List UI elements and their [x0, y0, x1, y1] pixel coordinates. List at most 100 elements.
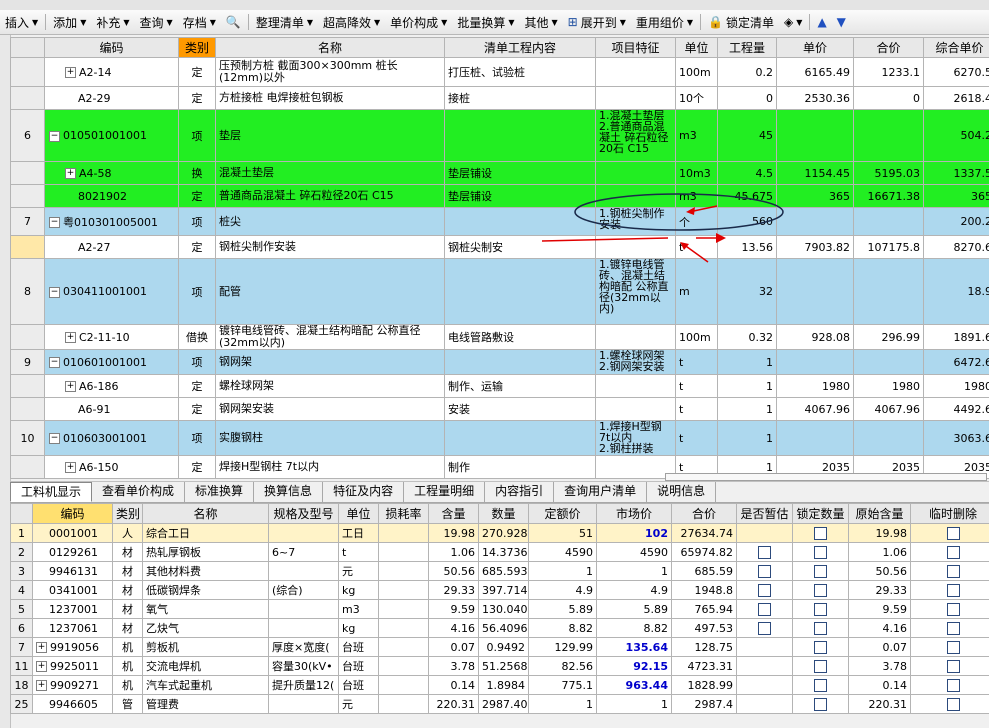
bill-category[interactable]: 定: [178, 57, 216, 87]
expand-icon[interactable]: +: [36, 680, 47, 691]
lm-content[interactable]: 220.31: [428, 694, 479, 714]
temp-delete-checkbox[interactable]: [946, 564, 960, 578]
insert-menu[interactable]: 插入 ▼: [0, 12, 43, 32]
lock-qty-checkbox[interactable]: [814, 583, 827, 597]
row-number[interactable]: [10, 235, 45, 259]
bill-code[interactable]: −030411001001: [44, 258, 179, 325]
lm-loss[interactable]: [378, 618, 429, 638]
lm-row-number[interactable]: 3: [10, 561, 33, 581]
bill-content[interactable]: 钢桩尖制安: [444, 235, 596, 259]
bill-comp-price[interactable]: 8270.6: [923, 235, 989, 259]
lm-code[interactable]: +9925011: [32, 656, 113, 676]
lm-header-temp-delete[interactable]: 临时删除: [910, 503, 989, 524]
lm-code[interactable]: 1237061: [32, 618, 113, 638]
lm-header-unit[interactable]: 单位: [338, 503, 379, 524]
expand-icon[interactable]: +: [65, 168, 76, 179]
lm-name[interactable]: 综合工日: [142, 523, 269, 543]
material-row[interactable]: 7 +9919056 机剪板机 厚度×宽度(台班 0.07 0.9492 129.99 135…: [10, 637, 989, 657]
bill-total[interactable]: [853, 258, 924, 325]
bill-qty[interactable]: 0.32: [717, 324, 777, 350]
lm-loss[interactable]: [378, 523, 429, 543]
bill-feature[interactable]: 1.螺栓球网架 2.钢网架安装: [595, 349, 676, 375]
bill-comp-price[interactable]: 200.2: [923, 207, 989, 236]
bill-qty[interactable]: 1: [717, 349, 777, 375]
row-number[interactable]: [10, 374, 45, 398]
material-row[interactable]: 25 9946605 管管理费元 220.31 2987.40 1 1 2987.4 220.3…: [10, 694, 989, 714]
temp-delete-checkbox[interactable]: [946, 545, 960, 559]
horizontal-scrollbar[interactable]: [665, 473, 987, 481]
temp-delete-checkbox[interactable]: [946, 602, 960, 616]
lock-qty-checkbox[interactable]: [814, 602, 827, 616]
lm-name[interactable]: 乙炔气: [142, 618, 269, 638]
bill-row[interactable]: A2-27 定钢桩尖制作安装 钢桩尖制安 t 13.56 7903.82 107175.8 8…: [10, 235, 989, 259]
expand-icon[interactable]: +: [65, 462, 76, 473]
lm-category[interactable]: 人: [112, 523, 143, 543]
lm-content[interactable]: 3.78: [428, 656, 479, 676]
lm-spec[interactable]: 厚度×宽度(: [268, 637, 339, 657]
other-menu[interactable]: 其他 ▼: [520, 12, 563, 32]
bill-qty[interactable]: 13.56: [717, 235, 777, 259]
bill-unit[interactable]: m3: [675, 184, 718, 208]
lock-qty-checkbox[interactable]: [814, 640, 827, 654]
lm-spec[interactable]: [268, 618, 339, 638]
bill-total[interactable]: 0: [853, 86, 924, 110]
bill-unit[interactable]: m: [675, 258, 718, 325]
bill-total[interactable]: 1980: [853, 374, 924, 398]
lm-header-qty[interactable]: 数量: [478, 503, 529, 524]
bill-content[interactable]: 接桩: [444, 86, 596, 110]
expand-icon[interactable]: +: [65, 381, 76, 392]
lm-lock-qty[interactable]: [792, 637, 849, 657]
lm-qty[interactable]: 56.4096: [478, 618, 529, 638]
material-row[interactable]: 18 +9909271 机汽车式起重机 提升质量12(台班 0.14 1.8984 775.…: [10, 675, 989, 695]
lm-total[interactable]: 27634.74: [671, 523, 737, 543]
lm-row-number[interactable]: 11: [10, 656, 33, 676]
lm-row-number[interactable]: 1: [10, 523, 33, 543]
bill-name[interactable]: 普通商品混凝土 碎石粒径20石 C15: [215, 184, 445, 208]
lm-category[interactable]: 材: [112, 580, 143, 600]
bill-row[interactable]: A2-29 定方桩接桩 电焊接桩包钢板 接桩 10个 0 2530.36 0 2618.4: [10, 86, 989, 110]
estimate-checkbox[interactable]: [758, 545, 771, 559]
lm-orig[interactable]: 0.14: [848, 675, 911, 695]
bill-unit[interactable]: 10m3: [675, 161, 718, 185]
lm-temp-delete[interactable]: [910, 675, 989, 695]
tab-item[interactable]: 查看单价构成: [92, 482, 186, 502]
lm-quota[interactable]: 1: [528, 561, 597, 581]
bill-category[interactable]: 定: [178, 374, 216, 398]
bill-total[interactable]: [853, 349, 924, 375]
lm-unit[interactable]: kg: [338, 580, 379, 600]
lm-orig[interactable]: 1.06: [848, 542, 911, 562]
lm-total[interactable]: 497.53: [671, 618, 737, 638]
bill-code[interactable]: −010601001001: [44, 349, 179, 375]
lm-unit[interactable]: 台班: [338, 656, 379, 676]
bill-name[interactable]: 方桩接桩 电焊接桩包钢板: [215, 86, 445, 110]
lm-category[interactable]: 机: [112, 675, 143, 695]
lm-unit[interactable]: kg: [338, 618, 379, 638]
lm-header-estimate[interactable]: 是否暂估: [736, 503, 793, 524]
lm-estimate[interactable]: [736, 675, 793, 695]
lm-row-number[interactable]: 18: [10, 675, 33, 695]
bill-row[interactable]: 8021902 定普通商品混凝土 碎石粒径20石 C15 垫层铺设 m3 45.675 3…: [10, 184, 989, 208]
lm-loss[interactable]: [378, 580, 429, 600]
row-number[interactable]: 9: [10, 349, 45, 375]
lm-name[interactable]: 交流电焊机: [142, 656, 269, 676]
bill-comp-price[interactable]: 6270.5: [923, 57, 989, 87]
lm-header-content[interactable]: 含量: [428, 503, 479, 524]
bill-total[interactable]: [853, 109, 924, 162]
material-row[interactable]: 3 9946131 材其他材料费元 50.56 685.593 1 1 685.59 50.56: [10, 561, 989, 581]
temp-delete-checkbox[interactable]: [946, 583, 960, 597]
bill-code[interactable]: + A4-58: [44, 161, 179, 185]
lm-header-spec[interactable]: 规格及型号: [268, 503, 339, 524]
tab-item[interactable]: 工料机显示: [10, 482, 93, 502]
lm-code[interactable]: 9946605: [32, 694, 113, 714]
bill-feature[interactable]: [595, 184, 676, 208]
lm-unit[interactable]: 元: [338, 694, 379, 714]
lm-total[interactable]: 1828.99: [671, 675, 737, 695]
bill-name[interactable]: 钢桩尖制作安装: [215, 235, 445, 259]
lm-quota[interactable]: 8.82: [528, 618, 597, 638]
expand-icon[interactable]: +: [36, 642, 47, 653]
lm-header-category[interactable]: 类别: [112, 503, 143, 524]
lm-spec[interactable]: 容量30(kV•: [268, 656, 339, 676]
bill-feature[interactable]: [595, 397, 676, 421]
bill-comp-price[interactable]: 504.2: [923, 109, 989, 162]
expand-icon[interactable]: +: [36, 661, 47, 672]
